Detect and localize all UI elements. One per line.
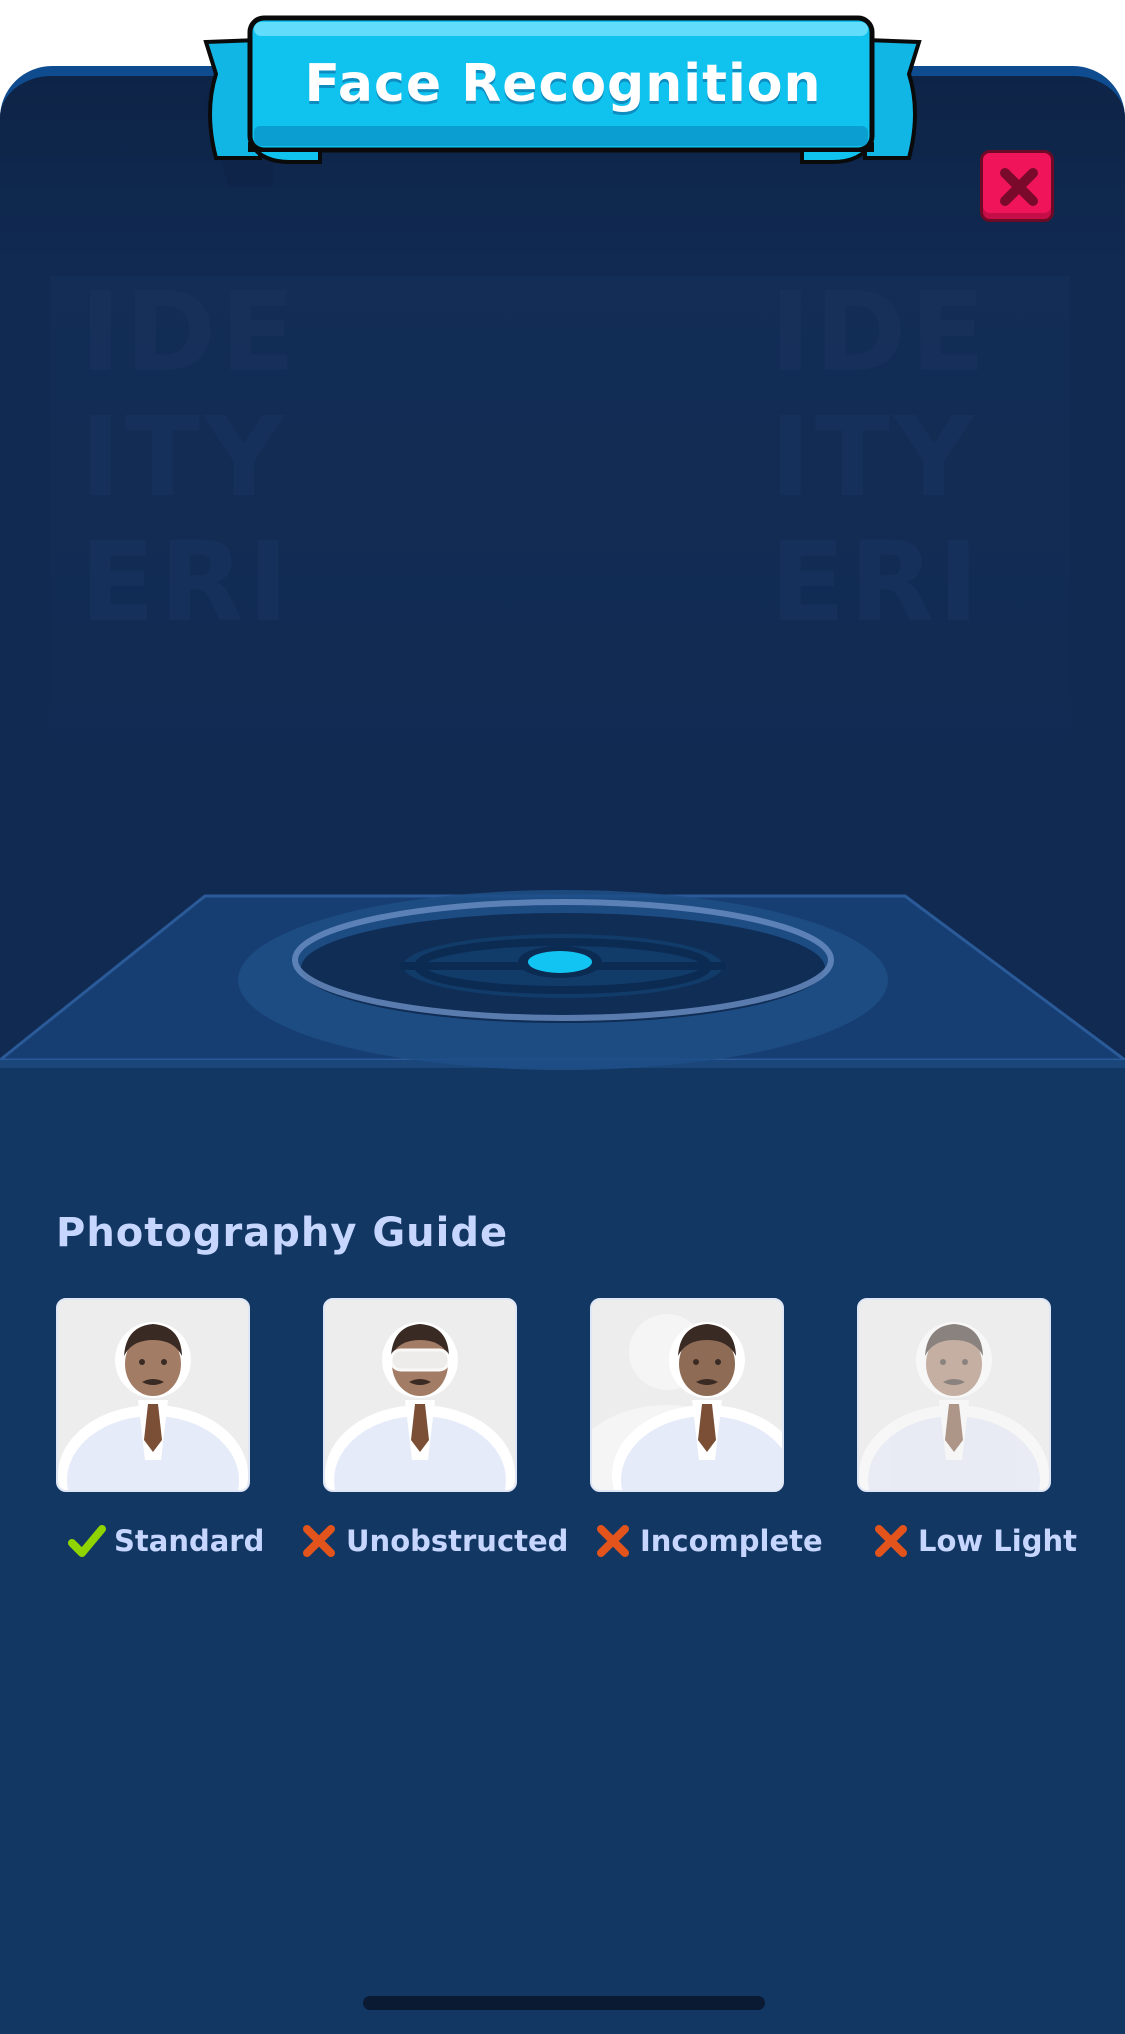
guide-label-text: Low Light: [918, 1524, 1077, 1558]
page-title: Face Recognition: [304, 54, 822, 114]
guide-photo-low-light: [857, 1298, 1051, 1492]
person-icon: [325, 1322, 515, 1490]
cross-icon: [597, 1525, 629, 1557]
close-icon: [1000, 168, 1038, 206]
person-icon: [592, 1314, 782, 1490]
guide-photo-incomplete: [590, 1298, 784, 1492]
close-button[interactable]: [980, 150, 1054, 222]
guide-label-unobstructed: Unobstructed: [300, 1516, 568, 1566]
watermark-left: IDE ITY ERI: [80, 268, 300, 646]
cross-icon: [303, 1525, 335, 1557]
guide-photo-unobstructed: [323, 1298, 517, 1492]
cross-icon: [875, 1525, 907, 1557]
guide-label-text: Unobstructed: [346, 1524, 569, 1558]
guide-label-standard: Standard: [68, 1516, 264, 1566]
guide-label-text: Incomplete: [640, 1524, 823, 1558]
guide-photo-standard: [56, 1298, 250, 1492]
watermark-right: IDE ITY ERI: [770, 268, 990, 646]
person-icon: [859, 1322, 1049, 1490]
home-indicator[interactable]: [363, 1996, 765, 2010]
check-icon: [68, 1525, 106, 1557]
guide-title: Photography Guide: [56, 1210, 509, 1256]
guide-label-low-light: Low Light: [872, 1516, 1077, 1566]
person-icon: [58, 1322, 248, 1490]
guide-label-text: Standard: [114, 1524, 265, 1558]
guide-label-incomplete: Incomplete: [594, 1516, 823, 1566]
